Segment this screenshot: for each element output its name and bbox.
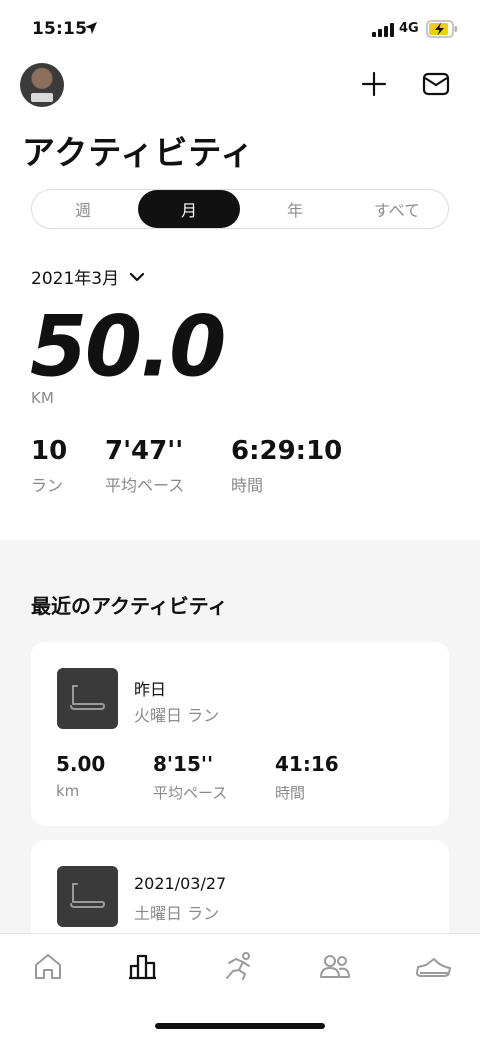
stat-label: 時間: [275, 784, 306, 802]
add-icon[interactable]: [360, 70, 388, 98]
stat-label: 平均ペース: [105, 476, 185, 495]
stat-label: 時間: [231, 476, 264, 495]
summary-stat-pace: 7'47'' 平均ペース: [105, 436, 184, 496]
section-title: 最近のアクティビティ: [31, 594, 228, 618]
activity-card[interactable]: 昨日 火曜日 ラン 5.00 km 8'15'' 平均ペース 41:16 時間: [31, 642, 449, 826]
segment-week[interactable]: 週: [32, 190, 134, 228]
tab-bar: [0, 933, 480, 1039]
stat-value: 8'15'': [153, 752, 214, 776]
home-icon[interactable]: [31, 951, 65, 981]
summary-stat-runs: 10 ラン: [31, 436, 67, 496]
signal-icon: [372, 23, 394, 37]
stat-value: 6:29:10: [231, 436, 343, 466]
period-label: 2021年3月: [31, 269, 120, 289]
shoe-icon[interactable]: [414, 951, 452, 981]
stat-value: 10: [31, 436, 68, 466]
activity-date: 2021/03/27: [134, 874, 227, 893]
activity-stat-time: 41:16 時間: [275, 752, 339, 803]
period-selector[interactable]: 2021年3月: [31, 264, 145, 289]
activity-stat-pace: 8'15'' 平均ペース: [153, 752, 227, 803]
stat-label: ラン: [31, 476, 64, 495]
stat-value: 7'47'': [105, 436, 184, 466]
battery-charging-icon: [426, 20, 457, 38]
distance-unit: KM: [31, 389, 54, 407]
profile-avatar[interactable]: [20, 63, 64, 107]
activity-card[interactable]: 2021/03/27 土曜日 ラン: [31, 840, 449, 933]
activity-stat-distance: 5.00 km: [56, 752, 105, 800]
summary-stat-time: 6:29:10 時間: [231, 436, 342, 496]
activity-type: 火曜日 ラン: [134, 706, 220, 725]
home-indicator: [155, 1023, 325, 1029]
run-icon[interactable]: [221, 951, 255, 981]
inbox-icon[interactable]: [422, 71, 450, 97]
treadmill-icon: [70, 685, 105, 710]
status-time: 15:15: [32, 19, 88, 39]
page-title: アクティビティ: [22, 133, 255, 172]
stat-value: 5.00: [56, 752, 106, 776]
network-label: 4G: [399, 21, 419, 36]
total-distance: 50.0: [30, 299, 226, 396]
segment-month[interactable]: 月: [138, 190, 240, 228]
segment-year[interactable]: 年: [244, 190, 346, 228]
stat-label: 平均ペース: [153, 784, 228, 802]
activity-chart-icon[interactable]: [126, 951, 160, 981]
location-arrow-icon: [85, 22, 97, 34]
activity-type: 土曜日 ラン: [134, 904, 220, 923]
treadmill-icon: [70, 883, 105, 908]
stat-label: km: [56, 782, 80, 800]
stat-value: 41:16: [275, 752, 339, 776]
activity-date: 昨日: [134, 680, 167, 699]
status-bar: 15:15 4G: [0, 0, 480, 60]
recent-activities-section: 最近のアクティビティ 昨日 火曜日 ラン 5.00 km 8'15'' 平均ペー…: [0, 540, 480, 933]
treadmill-thumbnail: [57, 668, 118, 729]
segment-all[interactable]: すべて: [346, 190, 448, 228]
period-segmented-control: 週 月 年 すべて: [31, 189, 449, 229]
club-icon[interactable]: [318, 951, 352, 981]
chevron-down-icon: [129, 272, 145, 281]
treadmill-thumbnail: [57, 866, 118, 927]
